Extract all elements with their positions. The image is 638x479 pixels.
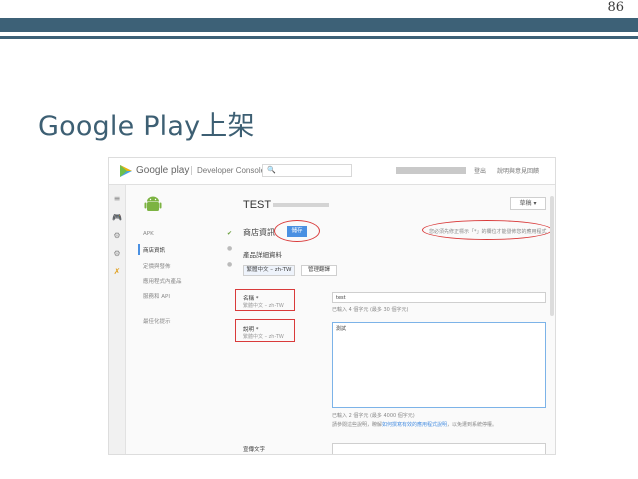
publish-status-dropdown[interactable]: 草稿 ▾ [510, 197, 546, 210]
slide-header-line [0, 36, 638, 39]
description-help-text: 請參閱這些說明，瞭解如何撰寫有效的應用程式說明，以免遭到系統停權。 [332, 422, 498, 428]
app-package-blurred [273, 203, 329, 207]
manage-translations-button[interactable]: 管理翻譯 [301, 265, 337, 276]
google-play-logo-icon [120, 165, 132, 177]
nav-active-indicator [138, 244, 140, 255]
logout-link[interactable]: 登出 [474, 166, 486, 175]
slide-title: Google Play上架 [38, 111, 255, 142]
android-app-icon [144, 196, 162, 211]
app-sidebar: APK ✔ 商店資訊 ● 定價與發佈 ● 應用程式內產品 服務和 API 最佳化… [126, 185, 232, 454]
sidebar-item-pricing[interactable]: 定價與發佈 [143, 262, 171, 270]
app-title: TEST [243, 199, 272, 211]
description-textarea[interactable]: 測試 [332, 322, 546, 408]
games-icon[interactable]: 🎮 [112, 213, 122, 223]
sidebar-item-services-api[interactable]: 服務和 API [143, 292, 170, 300]
description-help-link[interactable]: 如何撰寫有效的應用程式說明 [382, 422, 447, 428]
developer-console-screenshot: Google play Developer Console 🔍 登出 說明與意見… [108, 157, 556, 455]
promo-text-label: 宣傳文字 [243, 447, 266, 453]
annotation-name-box [235, 289, 295, 311]
name-char-count: 已輸入 4 個字元 (最多 30 個字元) [332, 307, 409, 313]
annotation-save-circle [274, 220, 320, 242]
alerts-icon[interactable]: ✗ [112, 267, 122, 277]
scrollbar[interactable] [550, 196, 554, 316]
name-input[interactable]: test [332, 292, 546, 303]
language-primary-button[interactable]: 繁體中文 – zh-TW [243, 265, 295, 276]
sidebar-item-store-listing[interactable]: 商店資訊 [143, 246, 165, 254]
store-listing-panel: TEST 草稿 ▾ 商店資訊 儲存 您必須先修正標示「*」的欄位才能發佈您的應用… [229, 185, 555, 454]
settings-icon[interactable]: ⚙ [112, 249, 122, 259]
search-icon: 🔍 [267, 166, 276, 174]
console-header: Google play Developer Console 🔍 登出 說明與意見… [109, 158, 555, 185]
promo-text-input[interactable] [332, 443, 546, 454]
sidebar-item-in-app-products[interactable]: 應用程式內產品 [143, 277, 182, 285]
menu-icon[interactable]: ≡ [112, 194, 122, 204]
product-details-heading: 產品詳細資料 [243, 251, 282, 259]
console-product-name: Developer Console [191, 166, 265, 175]
account-email-blurred [396, 167, 466, 174]
annotation-hint-circle [422, 220, 552, 240]
slide-header-bar [0, 18, 638, 32]
section-title: 商店資訊 [243, 228, 275, 237]
console-search-input[interactable]: 🔍 [262, 164, 352, 177]
help-feedback-link[interactable]: 說明與意見回饋 [497, 166, 539, 175]
left-icon-rail: ≡ 🎮 ⚙ ⚙ ✗ [109, 185, 126, 454]
sidebar-item-optimization-tips[interactable]: 最佳化提示 [143, 317, 171, 325]
description-char-count: 已輸入 2 個字元 (最多 4000 個字元) [332, 413, 415, 419]
sidebar-item-apk[interactable]: APK [143, 231, 154, 237]
page-number: 86 [607, 0, 624, 15]
reports-icon[interactable]: ⚙ [112, 231, 122, 241]
console-brand: Google play [136, 165, 190, 176]
annotation-description-box [235, 319, 295, 342]
